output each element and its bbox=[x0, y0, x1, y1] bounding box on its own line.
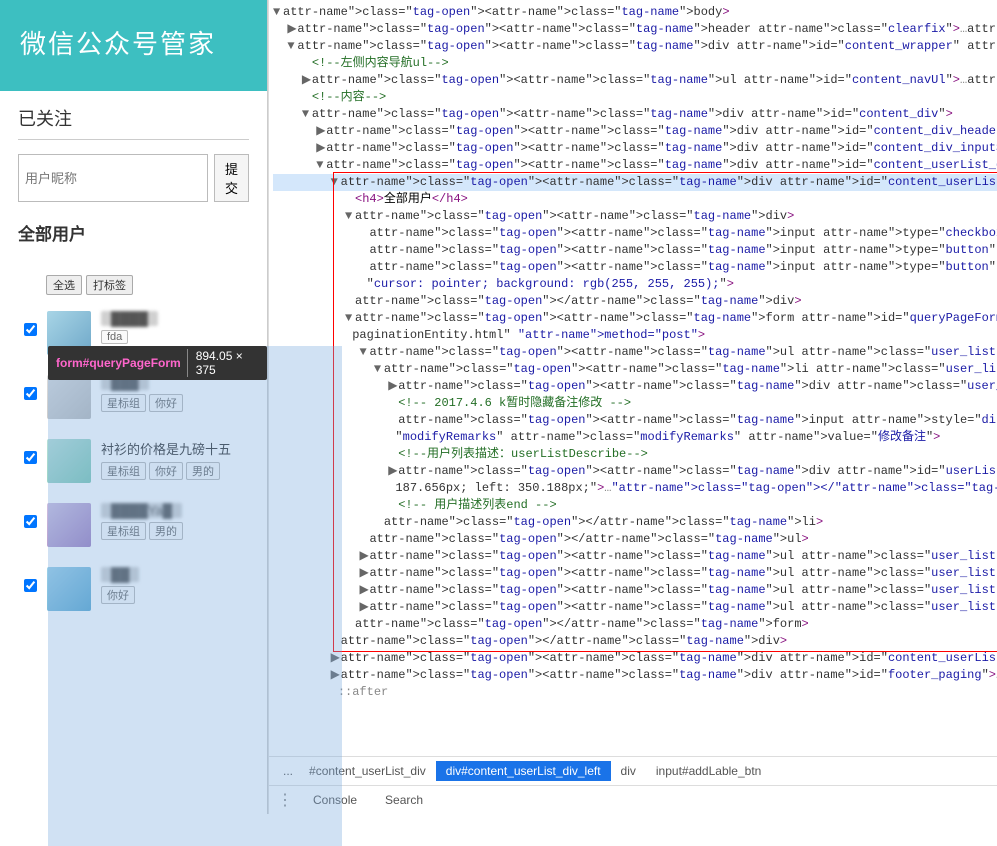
selected-dom-node[interactable]: ▼attr-name">class="tag-open"><attr-name"… bbox=[273, 174, 997, 191]
app-panel: 微信公众号管家 已关注 提交 全部用户 form#queryPageForm 8… bbox=[0, 0, 268, 814]
avatar bbox=[47, 567, 91, 611]
user-checkbox[interactable] bbox=[24, 387, 37, 400]
user-checkbox[interactable] bbox=[24, 515, 37, 528]
all-users-title: 全部用户 bbox=[18, 220, 249, 245]
user-checkbox[interactable] bbox=[24, 579, 37, 592]
breadcrumb-item[interactable]: input#addLable_btn bbox=[646, 761, 771, 781]
user-name: ████Ya█ bbox=[101, 503, 182, 518]
toolbar-fragment: 全选 打标签 bbox=[46, 275, 249, 295]
user-item: ████Ya█ 星标组 男的 bbox=[18, 493, 249, 557]
breadcrumb-item[interactable]: div#content_userList_div_left bbox=[436, 761, 611, 781]
app-header: 微信公众号管家 bbox=[0, 0, 267, 91]
search-tab[interactable]: Search bbox=[377, 791, 431, 809]
avatar bbox=[47, 503, 91, 547]
tooltip-selector: form#queryPageForm bbox=[56, 356, 181, 370]
app-title: 微信公众号管家 bbox=[20, 24, 247, 61]
user-item: 衬衫的价格是九磅十五 星标组 你好 男的 bbox=[18, 429, 249, 493]
user-checkbox[interactable] bbox=[24, 323, 37, 336]
user-name: ████ bbox=[101, 311, 158, 326]
kebab-menu-icon[interactable]: ⋮ bbox=[277, 790, 293, 810]
user-tag[interactable]: fda bbox=[101, 330, 128, 344]
user-tag[interactable]: 星标组 bbox=[101, 522, 146, 540]
dom-tree[interactable]: ▼attr-name">class="tag-open"><attr-name"… bbox=[269, 0, 997, 756]
devtools-panel: ▼attr-name">class="tag-open"><attr-name"… bbox=[268, 0, 997, 814]
add-label-button[interactable]: 打标签 bbox=[86, 275, 133, 295]
breadcrumb-item[interactable]: #content_userList_div bbox=[299, 761, 436, 781]
search-input[interactable] bbox=[18, 154, 208, 202]
user-tag[interactable]: 星标组 bbox=[101, 462, 146, 480]
followed-heading: 已关注 bbox=[18, 105, 249, 140]
tooltip-dimensions: 894.05 × 375 bbox=[187, 349, 259, 377]
inspector-tooltip: form#queryPageForm 894.05 × 375 bbox=[48, 346, 267, 380]
user-tag[interactable]: 男的 bbox=[186, 462, 220, 480]
breadcrumb-item[interactable]: div bbox=[611, 761, 646, 781]
select-all-button[interactable]: 全选 bbox=[46, 275, 82, 295]
user-tag[interactable]: 你好 bbox=[149, 394, 183, 412]
breadcrumb: ... #content_userList_div div#content_us… bbox=[269, 756, 997, 785]
submit-button[interactable]: 提交 bbox=[214, 154, 249, 202]
avatar bbox=[47, 375, 91, 419]
user-name: 衬衫的价格是九磅十五 bbox=[101, 439, 231, 458]
user-tag[interactable]: 男的 bbox=[149, 522, 183, 540]
user-tag[interactable]: 星标组 bbox=[101, 394, 146, 412]
drawer-tabs: ⋮ Console Search bbox=[269, 785, 997, 814]
console-tab[interactable]: Console bbox=[305, 791, 365, 809]
breadcrumb-overflow[interactable]: ... bbox=[277, 762, 299, 780]
user-item: ██ 你好 bbox=[18, 557, 249, 621]
user-tag[interactable]: 你好 bbox=[101, 586, 135, 604]
user-name: ██ bbox=[101, 567, 139, 582]
user-tag[interactable]: 你好 bbox=[149, 462, 183, 480]
avatar bbox=[47, 439, 91, 483]
user-checkbox[interactable] bbox=[24, 451, 37, 464]
